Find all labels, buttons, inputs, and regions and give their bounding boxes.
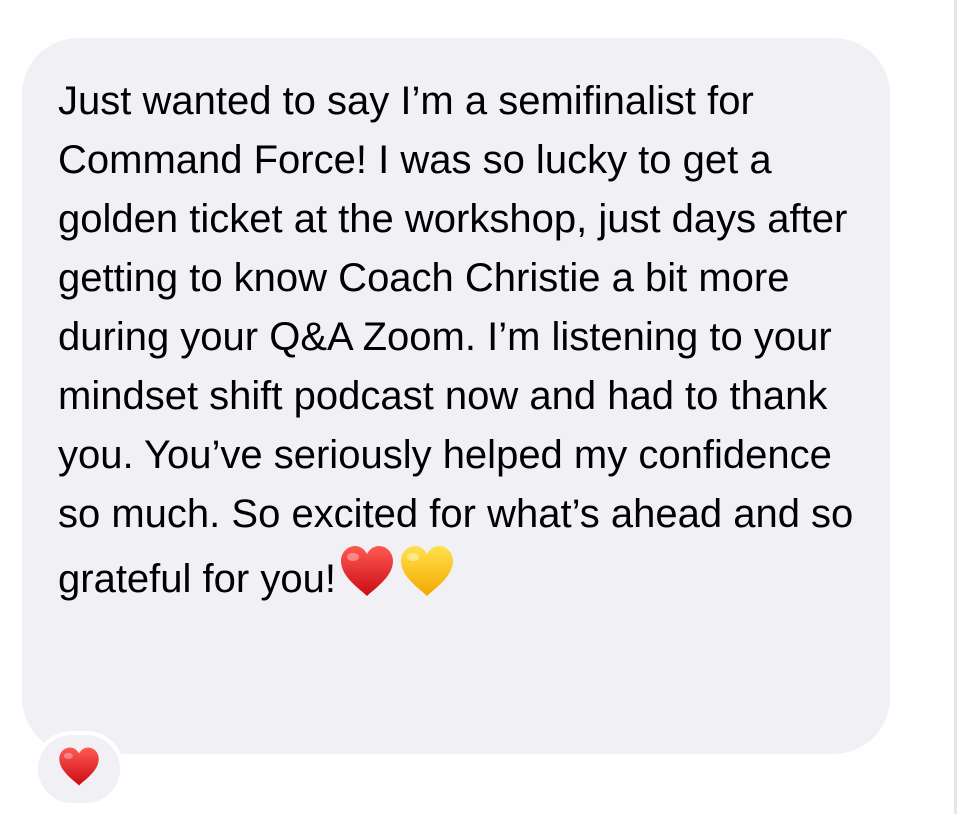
yellow-heart-icon: [398, 544, 456, 615]
reaction-badge[interactable]: [34, 731, 124, 807]
red-heart-reaction-icon: [57, 746, 101, 792]
message-text-container: Just wanted to say I’m a semifinalist fo…: [58, 72, 858, 615]
message-bubble[interactable]: Just wanted to say I’m a semifinalist fo…: [22, 38, 890, 754]
red-heart-icon: [338, 544, 396, 615]
message-text: Just wanted to say I’m a semifinalist fo…: [58, 79, 854, 601]
